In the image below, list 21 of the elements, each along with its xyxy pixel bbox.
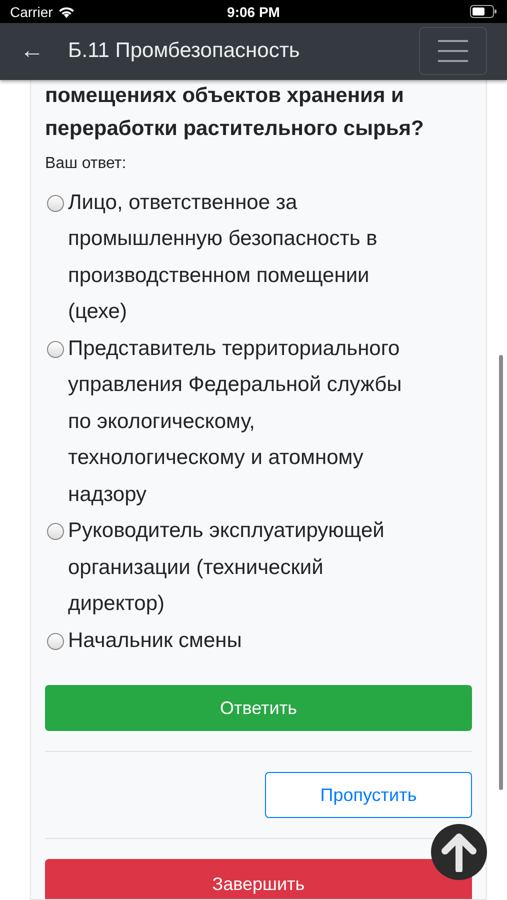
answer-label: Ваш ответ: xyxy=(45,154,128,172)
radio-button[interactable] xyxy=(47,340,64,358)
radio-button[interactable] xyxy=(47,523,64,540)
page-title: Б.11 Промбезопасность xyxy=(68,39,301,64)
radio-button[interactable] xyxy=(47,632,64,650)
question-text: помещениях объектов хранения и переработки растительного сырья? xyxy=(45,82,425,142)
option-text[interactable]: Руководитель эксплуатирующей организации (технический директор) xyxy=(68,513,413,622)
finish-button[interactable]: Завершить xyxy=(45,859,472,899)
menu-button[interactable] xyxy=(419,27,487,76)
status-time: 9:06 PM xyxy=(227,4,280,20)
option-text[interactable]: Начальник смены xyxy=(68,622,413,659)
carrier-label: Carrier xyxy=(10,4,53,20)
skip-button[interactable]: Пропустить xyxy=(265,772,472,818)
option-text[interactable]: Лицо, ответственное за промышленную безопасность в производственном помещении (цехе) xyxy=(68,184,413,330)
menu-icon xyxy=(438,40,468,62)
arrow-up-icon xyxy=(441,832,477,872)
option-text[interactable]: Представитель территориального управления Федеральной службы по экологическому, технологическому и атомному надзору xyxy=(68,330,413,513)
wifi-icon xyxy=(58,6,75,18)
battery-icon xyxy=(470,5,498,18)
radio-button[interactable] xyxy=(47,194,64,212)
back-arrow[interactable]: ← xyxy=(20,37,68,66)
